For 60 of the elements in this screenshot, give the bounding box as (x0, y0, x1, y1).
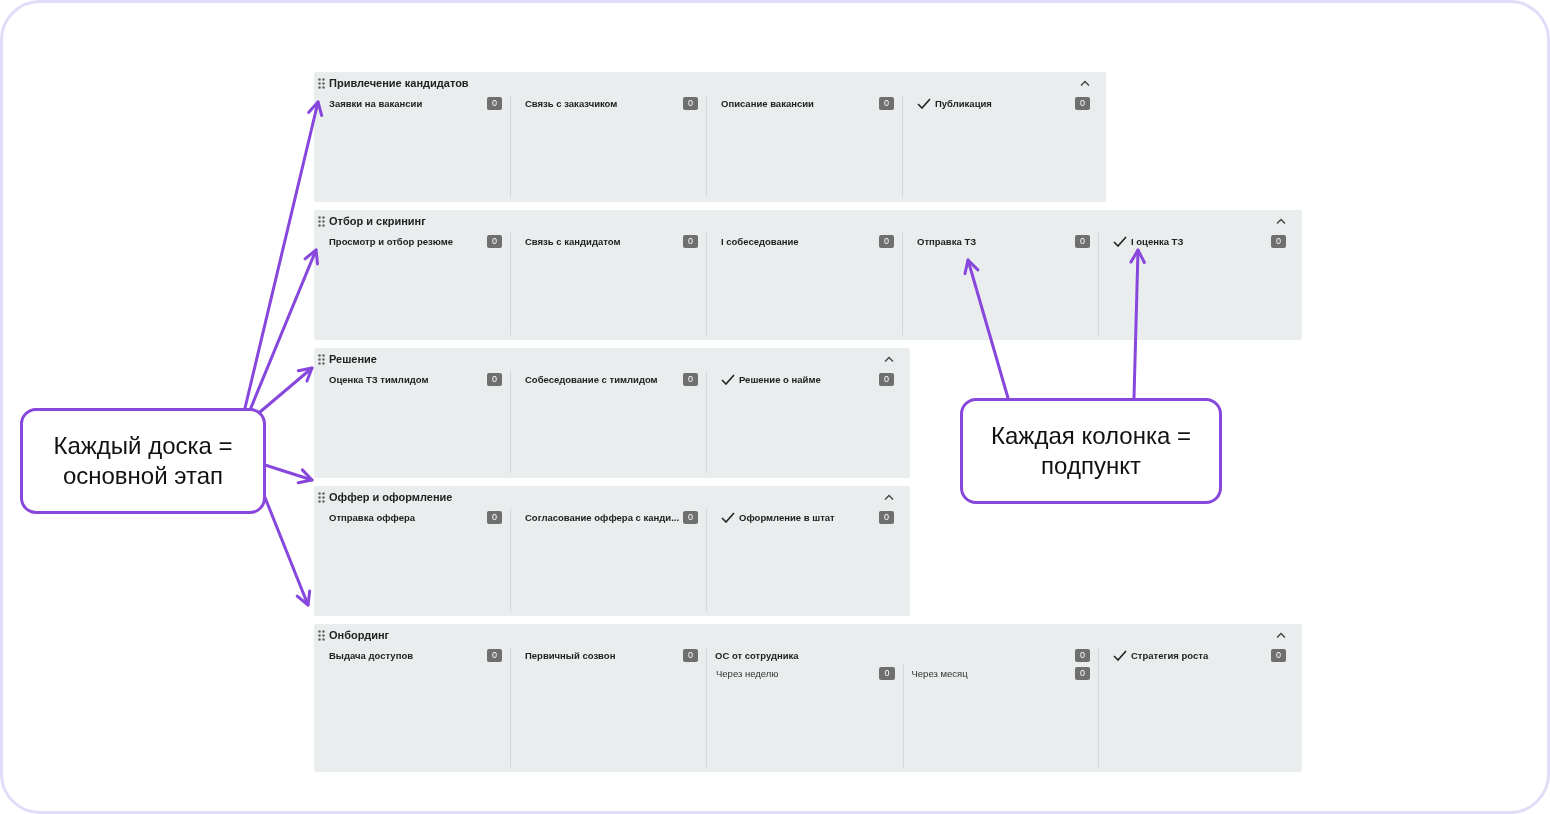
count-badge: 0 (879, 372, 894, 386)
subcolumn-title: Через месяц (911, 667, 968, 679)
subcolumn-title: Через неделю (716, 667, 779, 679)
count-badge: 0 (683, 648, 698, 662)
column-title: Описание вакансии (721, 97, 814, 109)
count-badge: 0 (487, 510, 502, 524)
collapse-chevron-icon[interactable] (1276, 218, 1286, 224)
collapse-chevron-icon[interactable] (1080, 80, 1090, 86)
annotation-callout: Каждый доска = основной этап (20, 408, 266, 514)
collapse-chevron-icon[interactable] (884, 356, 894, 362)
column-title: Оценка ТЗ тимлидом (329, 373, 429, 385)
board-title: Отбор и скрининг (329, 215, 426, 227)
column-title: Оформление в штат (739, 511, 835, 523)
count-badge: 0 (487, 96, 502, 110)
count-badge: 0 (1075, 234, 1090, 248)
count-badge: 0 (879, 510, 894, 524)
column-title: Публикация (935, 97, 992, 109)
count-badge: 0 (487, 648, 502, 662)
count-badge: 0 (683, 96, 698, 110)
drag-handle-icon[interactable] (318, 215, 325, 227)
column-title: Связь с заказчиком (525, 97, 618, 109)
collapse-chevron-icon[interactable] (1276, 632, 1286, 638)
annotation-arrow (263, 463, 314, 485)
column-title: Отправка оффера (329, 511, 416, 523)
column-title: I оценка ТЗ (1131, 235, 1184, 247)
count-badge: 0 (683, 510, 698, 524)
board-title: Оффер и оформление (329, 491, 453, 503)
column-title: Собеседование с тимлидом (525, 373, 658, 385)
drag-handle-icon[interactable] (318, 353, 325, 365)
drag-handle-icon[interactable] (318, 629, 325, 641)
count-badge: 0 (487, 234, 502, 248)
count-badge: 0 (683, 234, 698, 248)
column-title: Первичный созвон (525, 649, 616, 661)
count-badge: 0 (1075, 666, 1090, 680)
column-title: Отправка ТЗ (917, 235, 977, 247)
column-title: Просмотр и отбор резюме (329, 235, 454, 247)
board-title: Привлечение кандидатов (329, 77, 469, 89)
column-title: Стратегия роста (1131, 649, 1209, 661)
count-badge: 0 (487, 372, 502, 386)
column-title: ОС от сотрудника (715, 649, 799, 661)
board-title: Онбординг (329, 629, 390, 641)
drag-handle-icon[interactable] (318, 77, 325, 89)
column-title: Решение о найме (739, 373, 821, 385)
count-badge: 0 (683, 372, 698, 386)
column-title: Согласование оффера с канди... (525, 511, 680, 523)
count-badge: 0 (1075, 648, 1090, 662)
column-title: I собеседование (721, 235, 799, 247)
count-badge: 0 (879, 96, 894, 110)
collapse-chevron-icon[interactable] (884, 494, 894, 500)
column-title: Выдача доступов (329, 649, 414, 661)
count-badge: 0 (1271, 234, 1286, 248)
count-badge: 0 (879, 666, 895, 680)
annotation-callout: Каждая колонка = подпункт (960, 398, 1222, 504)
drag-handle-icon[interactable] (318, 491, 325, 503)
count-badge: 0 (879, 234, 894, 248)
count-badge: 0 (1075, 96, 1090, 110)
column-title: Связь с кандидатом (525, 235, 621, 247)
board-title: Решение (329, 353, 377, 365)
column-title: Заявки на вакансии (329, 97, 423, 109)
count-badge: 0 (1271, 648, 1286, 662)
